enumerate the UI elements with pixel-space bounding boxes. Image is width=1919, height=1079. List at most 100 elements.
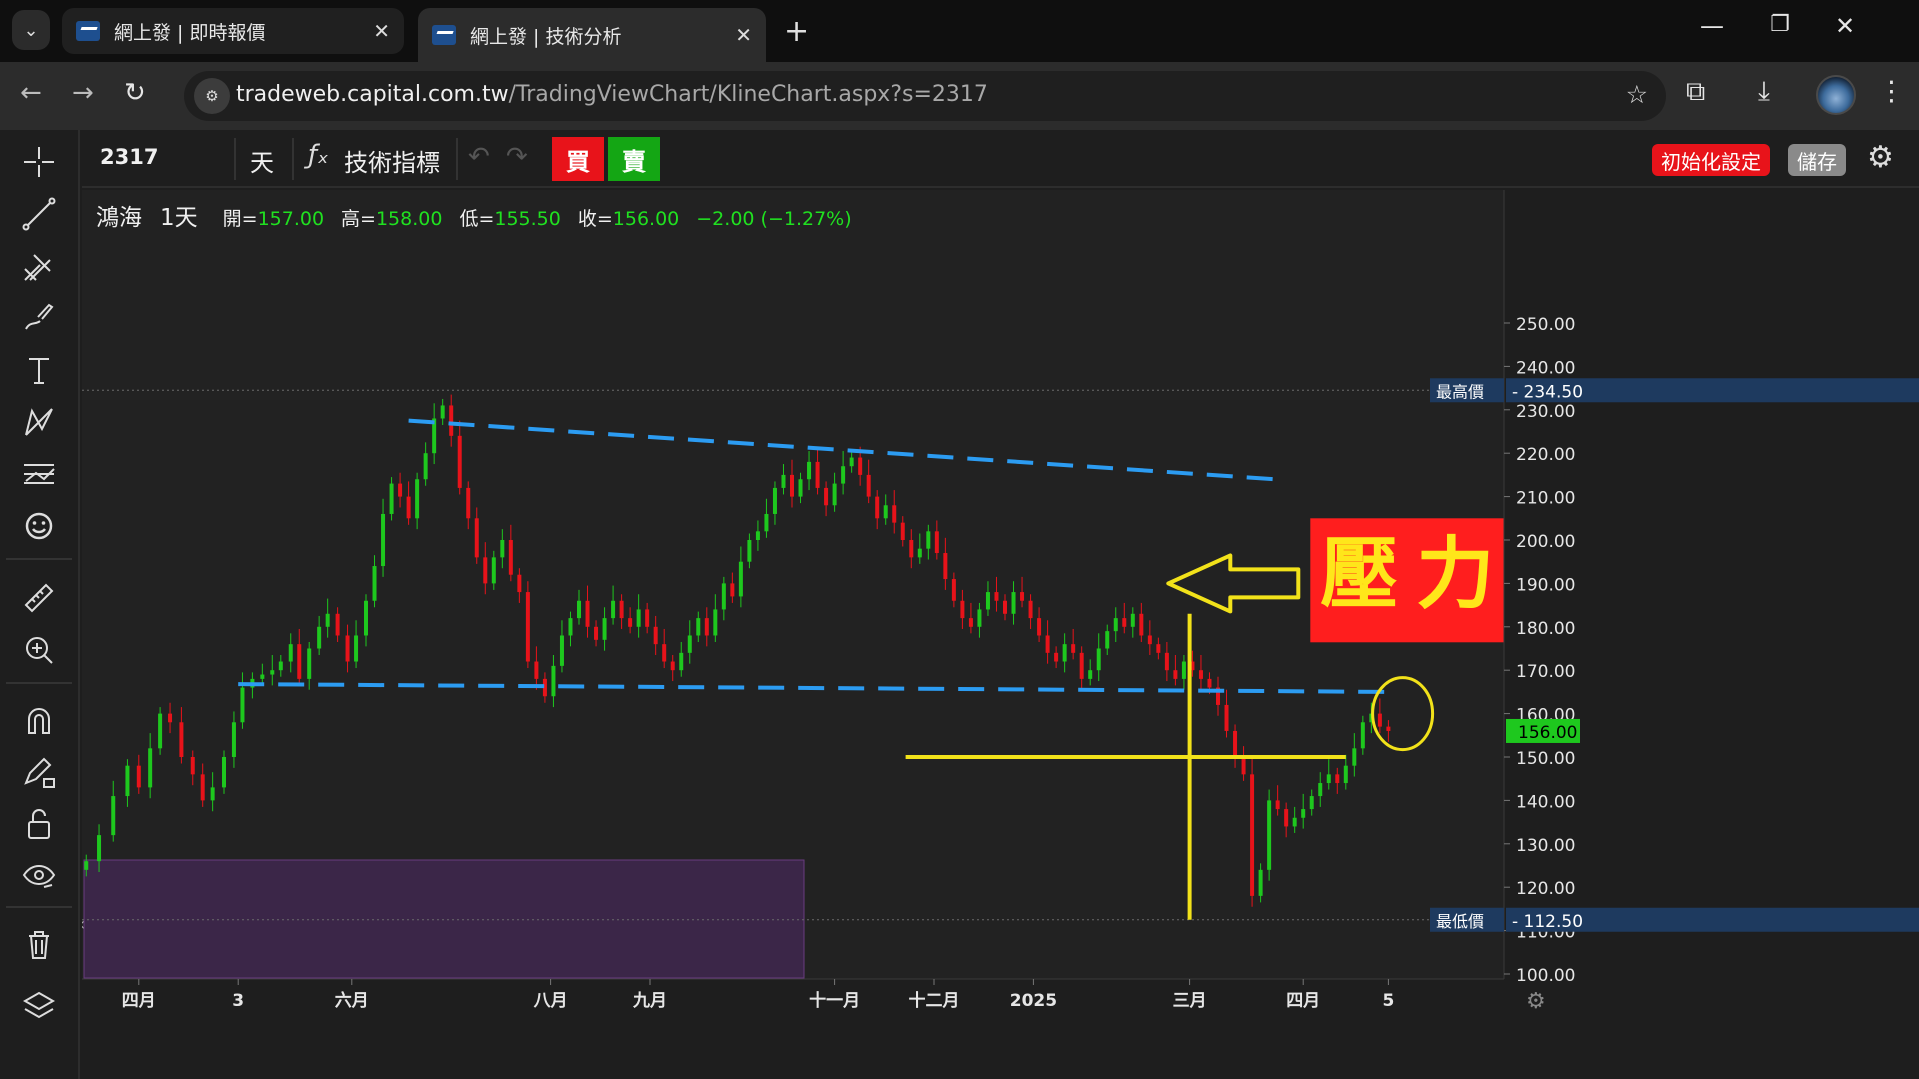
candle-body <box>1122 618 1127 627</box>
candle-body <box>210 787 215 801</box>
emoji-tool[interactable] <box>0 502 78 550</box>
more-menu-icon[interactable]: ⋮ <box>1878 76 1905 107</box>
symbol-search[interactable]: 2317 <box>100 145 158 169</box>
candle-body <box>335 613 340 636</box>
buy-button[interactable]: 買 <box>552 137 604 181</box>
bookmark-star-icon[interactable]: ☆ <box>1626 80 1648 109</box>
gear-icon[interactable]: ⚙ <box>1867 140 1894 175</box>
indicators-button[interactable]: 技術指標 <box>344 143 440 178</box>
fib-tool[interactable] <box>0 242 78 290</box>
forecast-tool[interactable] <box>0 450 78 498</box>
sell-button[interactable]: 賣 <box>608 137 660 181</box>
text-tool[interactable] <box>0 346 78 394</box>
restore-button[interactable]: ❐ <box>1750 12 1810 37</box>
chart-app: 2317 天 ƒₓ 技術指標 ↶ ↷ 買 賣 初始化設定 儲存 ⚙ 壓力 100.… <box>0 130 1919 1079</box>
candle-body <box>260 674 265 679</box>
candle-body <box>619 600 624 619</box>
new-tab-button[interactable]: + <box>784 14 809 49</box>
extensions-icon[interactable]: ⧉ <box>1686 76 1705 108</box>
close-icon[interactable]: ✕ <box>735 23 752 47</box>
crosshair-tool[interactable] <box>0 138 78 186</box>
pattern-icon <box>25 408 53 436</box>
remove-drawings-tool[interactable] <box>0 920 78 968</box>
x-tick-label: 四月 <box>1286 991 1320 1011</box>
candle-body <box>1020 592 1025 601</box>
lock-all-tool[interactable] <box>0 800 78 848</box>
candle-body <box>968 618 973 627</box>
x-tick-label: 3 <box>232 991 244 1011</box>
measure-tool[interactable] <box>0 574 78 622</box>
download-icon[interactable]: ⤓ <box>1758 76 1770 108</box>
candle-body <box>1156 644 1161 653</box>
y-tick-label: 200.00 <box>1516 532 1575 552</box>
lock-drawing-tool[interactable] <box>0 748 78 796</box>
minimize-button[interactable]: — <box>1682 12 1742 40</box>
toolbar-divider <box>6 906 72 908</box>
candle-body <box>525 592 530 662</box>
y-tick-label: 240.00 <box>1516 358 1575 378</box>
legend-open: 157.00 <box>257 208 325 230</box>
toolbar-divider <box>6 558 72 560</box>
candle-body <box>934 531 939 554</box>
pattern-tool[interactable] <box>0 398 78 446</box>
candle-body <box>1062 644 1067 662</box>
candle-body <box>755 531 760 540</box>
candle-body <box>231 722 236 757</box>
candle-body <box>1309 796 1314 810</box>
candle-body <box>747 540 752 562</box>
candle-body <box>1181 661 1186 679</box>
candle-body <box>168 713 173 723</box>
close-window-button[interactable]: ✕ <box>1815 12 1875 40</box>
tab-technical-analysis[interactable]: 網上發 | 技術分析 ✕ <box>418 8 766 62</box>
magnet-tool[interactable] <box>0 696 78 744</box>
legend-low-label: 低= <box>459 208 495 230</box>
close-icon[interactable]: ✕ <box>373 19 390 43</box>
undo-icon[interactable]: ↶ <box>468 142 490 172</box>
reset-settings-button[interactable]: 初始化設定 <box>1652 144 1770 176</box>
candle-body <box>1037 618 1042 636</box>
candle-body <box>713 609 718 636</box>
x-tick-label: 三月 <box>1173 991 1207 1011</box>
collapse-toolbar-icon[interactable]: ‹ <box>82 914 85 935</box>
tab-quote[interactable]: 網上發 | 即時報價 ✕ <box>62 8 404 54</box>
candle-body <box>1386 726 1391 731</box>
price-chart[interactable]: 壓力100.00110.00120.00130.00140.00150.0016… <box>82 190 1919 1079</box>
save-button[interactable]: 儲存 <box>1788 144 1846 176</box>
reload-icon[interactable]: ↻ <box>124 78 146 108</box>
candle-body <box>985 592 990 610</box>
trendline-tool[interactable] <box>0 190 78 238</box>
candle-body <box>307 648 312 679</box>
legend-open-label: 開= <box>222 208 258 230</box>
low-marker-value: - 112.50 <box>1512 912 1583 932</box>
address-bar[interactable]: ⚙ tradeweb.capital.com.tw/TradingViewCha… <box>184 71 1666 121</box>
candle-body <box>534 661 539 679</box>
zoom-tool[interactable] <box>0 626 78 674</box>
tab-search-button[interactable]: ⌄ <box>12 10 50 50</box>
candle-body <box>841 466 846 484</box>
legend-low: 155.50 <box>494 208 561 230</box>
candle-body <box>457 435 462 488</box>
interval-selector[interactable]: 天 <box>250 143 274 178</box>
object-tree-tool[interactable] <box>0 982 78 1030</box>
candle-body <box>602 618 607 640</box>
annotation-text: 壓力 <box>1320 528 1512 619</box>
indicator-fx-icon[interactable]: ƒₓ <box>308 140 329 170</box>
chart-area[interactable]: 壓力 100.00 110.00 120.00 130.00 140.00 150.00 16… <box>82 190 1919 1079</box>
candle-body <box>1360 722 1365 749</box>
forward-arrow-icon[interactable]: → <box>72 78 94 108</box>
site-info-icon[interactable]: ⚙ <box>194 78 230 114</box>
candle-body <box>474 518 479 558</box>
legend-change: −2.00 (−1.27%) <box>696 208 852 230</box>
hide-tool[interactable] <box>0 852 78 900</box>
magnet-icon <box>28 708 50 734</box>
axis-settings-gear-icon[interactable]: ⚙ <box>1526 989 1546 1014</box>
drawing-toolbar <box>0 130 80 1079</box>
candle-body <box>662 644 667 662</box>
brush-tool[interactable] <box>0 294 78 342</box>
candle-body <box>951 579 956 601</box>
profile-avatar[interactable] <box>1816 75 1856 115</box>
pitchfork-icon <box>24 254 51 281</box>
redo-icon[interactable]: ↷ <box>506 142 528 172</box>
candle-body <box>704 618 709 636</box>
back-arrow-icon[interactable]: ← <box>20 78 42 108</box>
